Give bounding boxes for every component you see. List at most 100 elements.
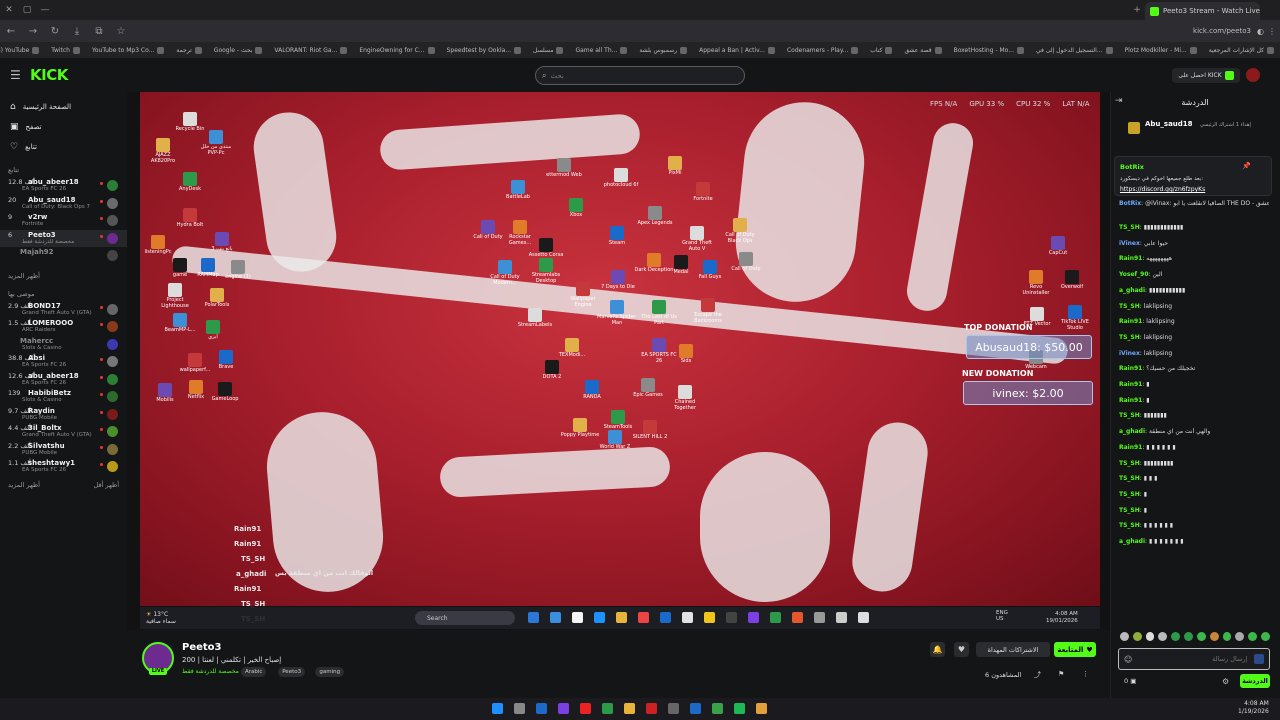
sidebar-channel-item[interactable]: 6 Peeto3 مخصصة للدردشة فقط xyxy=(0,229,127,247)
sidebar-channel-item[interactable]: 9 v2rw Fortnite xyxy=(0,212,127,230)
stream-category[interactable]: مخصصة للدردشة فقط xyxy=(182,668,239,675)
desktop-shortcut-icon[interactable]: Poppy Playtime xyxy=(560,418,600,439)
desktop-shortcut-icon[interactable]: Call of Duty Modern... xyxy=(485,260,525,286)
desktop-shortcut-icon[interactable]: StreamLabels xyxy=(515,308,555,329)
bookmark-item[interactable]: Speedtest by Ookla... xyxy=(441,46,527,54)
emote-bar[interactable] xyxy=(1120,632,1270,644)
desktop-shortcut-icon[interactable]: Marvel's Spider-Man xyxy=(597,300,637,326)
desktop-shortcut-icon[interactable]: ايزي xyxy=(193,320,233,341)
chat-username[interactable]: Rain91 xyxy=(1119,397,1142,404)
new-tab-icon[interactable]: + xyxy=(1128,0,1146,20)
top-gifter-name[interactable]: Abu_saud18 xyxy=(1145,120,1193,128)
chat-username[interactable]: iVinex xyxy=(1119,350,1140,357)
bookmark-item[interactable]: Plotz Modkiller - Mi... xyxy=(1119,46,1203,54)
emote-icon[interactable] xyxy=(1196,632,1206,641)
notify-button[interactable]: 🔔 xyxy=(930,642,945,657)
sidebar-channel-item[interactable]: 20 Abu_saud18 Call of Duty: Black Ops 7 xyxy=(0,195,127,213)
bookmark-item[interactable]: Game all Th... xyxy=(569,46,633,54)
desktop-shortcut-icon[interactable]: photocloud 6f xyxy=(601,168,641,189)
search-input[interactable] xyxy=(550,71,721,80)
chat-username[interactable]: TS_SH xyxy=(1119,507,1140,514)
sidebar-channel-item[interactable]: 4.4 ألف 3il_Boltx Grand Theft Auto V (GTA) xyxy=(0,423,127,441)
desktop-shortcut-icon[interactable]: PolarTools xyxy=(197,288,237,309)
share-icon[interactable]: ⤴ xyxy=(1034,670,1041,680)
stream-tag[interactable]: Peeto3 xyxy=(278,667,306,677)
desktop-shortcut-icon[interactable]: Steam xyxy=(597,226,637,247)
taskbar-app-icon[interactable] xyxy=(514,703,525,714)
search-bar[interactable]: ⌕ xyxy=(535,66,745,85)
desktop-shortcut-icon[interactable]: listeningPc xyxy=(138,235,178,256)
desktop-shortcut-icon[interactable]: World War Z xyxy=(595,430,635,451)
desktop-shortcut-icon[interactable]: AJAZZ AK820Pro xyxy=(143,138,183,164)
stream-tag[interactable]: Arabic xyxy=(241,667,267,677)
emote-icon[interactable] xyxy=(1248,632,1258,641)
taskbar-app-icon[interactable] xyxy=(734,703,745,714)
desktop-shortcut-icon[interactable]: 7 Days to Die xyxy=(598,270,638,291)
bookmark-item[interactable]: ترجمة xyxy=(170,46,207,54)
report-icon[interactable]: ⚑ xyxy=(1058,670,1064,678)
extensions-icon[interactable]: ⧉ xyxy=(88,26,110,37)
bookmark-item[interactable]: Codenamers - Play... xyxy=(781,46,864,54)
chat-settings-icon[interactable]: ⚙ xyxy=(1222,677,1229,686)
url-field[interactable]: kick.com/peeto3 xyxy=(1193,27,1251,35)
reload-icon[interactable]: ↻ xyxy=(44,26,66,37)
chat-username[interactable]: Rain91 xyxy=(1119,381,1142,388)
chat-username[interactable]: iVinex xyxy=(1119,240,1140,247)
taskbar-app-icon[interactable] xyxy=(756,703,767,714)
kick-logo[interactable]: KICK xyxy=(30,66,68,84)
sidebar-channel-item[interactable]: Majah92 xyxy=(0,247,127,265)
emote-icon[interactable] xyxy=(1235,632,1245,641)
emote-icon[interactable] xyxy=(1184,632,1193,641)
get-kick-button[interactable]: احصل على KICK xyxy=(1172,68,1240,83)
chat-username[interactable]: TS_SH xyxy=(1119,412,1140,419)
sidebar-channel-item[interactable]: 2.2 ألف Silvatshu PUBG Mobile xyxy=(0,441,127,459)
follow-button[interactable]: المتابعة ♥ xyxy=(1054,642,1096,657)
more-options-icon[interactable]: ⋮ xyxy=(1082,670,1089,678)
chat-send-button[interactable]: الدردشة xyxy=(1240,674,1270,688)
sidebar-channel-item[interactable]: 12.6 ألف abu_abeer18 EA Sports FC 26 xyxy=(0,371,127,389)
desktop-shortcut-icon[interactable]: The Last of Us Part xyxy=(639,300,679,326)
bookmark-item[interactable]: Google - بحث xyxy=(208,46,269,54)
chat-username[interactable]: Rain91 xyxy=(1119,365,1142,372)
chat-input-box[interactable]: ☺ xyxy=(1118,648,1270,670)
bookmark-item[interactable]: مسلسل xyxy=(527,46,569,54)
pin-icon[interactable]: 📌 xyxy=(1242,162,1251,170)
taskbar-app-icon[interactable] xyxy=(536,703,547,714)
close-window-icon[interactable]: ✕ xyxy=(0,0,18,20)
desktop-shortcut-icon[interactable]: Grand Theft Auto V xyxy=(677,226,717,252)
chat-username[interactable]: Rain91 xyxy=(1119,444,1142,451)
sidebar-channel-item[interactable]: 38.8 ألف Absi EA Sports FC 26 xyxy=(0,353,127,371)
star-icon[interactable]: ☆ xyxy=(110,26,132,37)
desktop-shortcut-icon[interactable]: GameLoop xyxy=(205,382,245,403)
desktop-shortcut-icon[interactable]: Chained Together xyxy=(665,385,705,411)
bookmark-item[interactable]: YouTube to Mp3 Co... xyxy=(86,46,170,54)
desktop-shortcut-icon[interactable]: Assetto Corsa xyxy=(526,238,566,259)
taskbar-app-icon[interactable] xyxy=(668,703,679,714)
gift-subs-button[interactable]: الاشتراكات المهداة xyxy=(976,642,1050,657)
profile-icon[interactable]: ◐ xyxy=(1257,27,1264,36)
sidebar-channel-item[interactable]: 1.1 ألف sheshtawy1 EA Sports FC 26 xyxy=(0,458,127,476)
channel-points[interactable]: 0 ▣ xyxy=(1124,677,1136,685)
show-more-link-2[interactable]: أظهر المزيد xyxy=(8,478,40,492)
desktop-shortcut-icon[interactable]: Overwolf xyxy=(1052,270,1092,291)
emote-icon[interactable] xyxy=(1261,632,1270,641)
favorite-button[interactable]: ♥ xyxy=(954,642,969,657)
desktop-shortcut-icon[interactable]: ettermod Web xyxy=(544,158,584,179)
chat-username[interactable]: Yosef_90 xyxy=(1119,271,1149,278)
show-more-link[interactable]: أظهر المزيد xyxy=(0,269,127,283)
desktop-shortcut-icon[interactable]: منتدى من خلل PVP-Pc xyxy=(196,130,236,156)
chat-username[interactable]: TS_SH xyxy=(1119,334,1140,341)
sidebar-channel-item[interactable]: 1.5 ألف LOMEROOO ARC Raiders xyxy=(0,318,127,336)
sidebar-channel-item[interactable]: Mahercc Slots & Casino xyxy=(0,336,127,354)
sidebar-nav-item[interactable]: ▣ تصفح xyxy=(0,117,127,137)
active-tab[interactable]: Peeto3 Stream - Watch Live... xyxy=(1145,2,1260,20)
chat-username[interactable]: TS_SH xyxy=(1119,224,1140,231)
stream-tag[interactable]: gaming xyxy=(315,667,345,677)
chat-username[interactable]: Rain91 xyxy=(1119,318,1142,325)
bookmark-item[interactable]: كتاب xyxy=(864,46,898,54)
desktop-shortcut-icon[interactable]: Hydra Bolt xyxy=(170,208,210,229)
emoji-icon[interactable]: ☺ xyxy=(1124,655,1132,664)
desktop-shortcut-icon[interactable]: Revo Uninstaller xyxy=(1016,270,1056,296)
desktop-shortcut-icon[interactable]: CapCut xyxy=(1038,236,1078,257)
browser-menu-icon[interactable]: ⋮ xyxy=(1268,27,1276,36)
